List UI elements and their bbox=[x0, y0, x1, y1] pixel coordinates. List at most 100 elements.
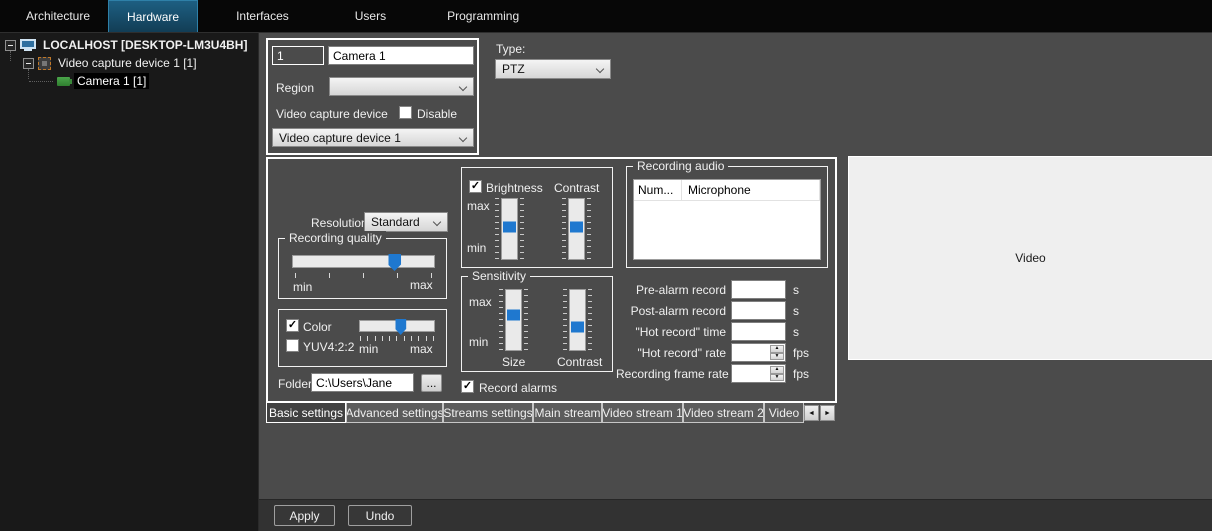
post-alarm-record-label: Post-alarm record bbox=[616, 304, 726, 318]
region-select[interactable] bbox=[329, 77, 474, 96]
yuv-checkbox[interactable] bbox=[286, 339, 299, 352]
slider-ticks bbox=[563, 289, 567, 351]
tree-connector bbox=[29, 81, 53, 82]
region-label: Region bbox=[276, 81, 314, 95]
sensitivity-title: Sensitivity bbox=[468, 269, 530, 283]
folder-input[interactable] bbox=[311, 373, 414, 392]
contrast-slider[interactable] bbox=[562, 198, 591, 260]
record-alarms-checkbox[interactable]: ✓ bbox=[461, 380, 474, 393]
scroll-left-icon[interactable]: ◄ bbox=[804, 405, 819, 421]
tab-architecture[interactable]: Architecture bbox=[8, 0, 108, 32]
device-tree-panel: LOCALHOST [DESKTOP-LM3U4BH] Video captur… bbox=[0, 33, 258, 531]
tree-item-capture-device[interactable]: Video capture device 1 [1] bbox=[23, 55, 200, 71]
spin-up-icon[interactable]: ▲ bbox=[770, 366, 784, 374]
tab-advanced-settings[interactable]: Advanced settings bbox=[346, 403, 443, 423]
camera-name-input[interactable] bbox=[328, 46, 474, 65]
tab-basic-settings[interactable]: Basic settings bbox=[266, 403, 346, 423]
folder-label: Folder bbox=[278, 377, 312, 391]
color-slider[interactable] bbox=[359, 320, 435, 332]
brightness-slider-track[interactable] bbox=[501, 198, 518, 260]
color-slider-thumb[interactable] bbox=[395, 319, 406, 335]
sensitivity-size-slider[interactable] bbox=[499, 289, 528, 351]
tabstrip-scroll-buttons: ◄ ► bbox=[804, 405, 835, 421]
chevron-down-icon bbox=[596, 65, 604, 73]
recording-quality-slider-thumb[interactable] bbox=[388, 254, 401, 271]
min-label: min bbox=[467, 241, 486, 255]
tab-main-stream[interactable]: Main stream bbox=[533, 403, 602, 423]
pre-alarm-record-input[interactable] bbox=[731, 280, 786, 299]
tab-video-stream-1[interactable]: Video stream 1 bbox=[602, 403, 683, 423]
yuv-label: YUV4:2:2 bbox=[303, 340, 354, 354]
camera-id-input[interactable] bbox=[272, 46, 324, 65]
brightness-checkbox[interactable]: ✓ bbox=[469, 180, 482, 193]
tab-video-clipped[interactable]: Video bbox=[764, 403, 804, 423]
tree-item-localhost[interactable]: LOCALHOST [DESKTOP-LM3U4BH] bbox=[5, 37, 250, 53]
hot-record-time-input[interactable] bbox=[731, 322, 786, 341]
size-slider-thumb[interactable] bbox=[507, 310, 520, 321]
spinner-buttons[interactable]: ▲ ▼ bbox=[770, 366, 784, 381]
size-slider-track[interactable] bbox=[505, 289, 522, 351]
tab-video-stream-2[interactable]: Video stream 2 bbox=[683, 403, 764, 423]
scroll-right-icon[interactable]: ► bbox=[820, 405, 835, 421]
contrast-slider-track[interactable] bbox=[568, 198, 585, 260]
post-alarm-record-input[interactable] bbox=[731, 301, 786, 320]
sens-contrast-slider-track[interactable] bbox=[569, 289, 586, 351]
audio-col-num: Num... bbox=[634, 180, 682, 200]
color-checkbox[interactable]: ✓ bbox=[286, 319, 299, 332]
hot-record-rate-spinner[interactable]: ▲ ▼ bbox=[731, 343, 786, 362]
undo-button[interactable]: Undo bbox=[348, 505, 412, 526]
basic-settings-page: Resolution Standard Recording quality mi… bbox=[266, 157, 837, 403]
collapse-icon[interactable] bbox=[23, 58, 34, 69]
color-group: ✓ Color YUV4:2:2 min max bbox=[278, 309, 447, 367]
disable-label: Disable bbox=[417, 107, 457, 121]
spin-down-icon[interactable]: ▼ bbox=[770, 374, 784, 382]
tab-hardware[interactable]: Hardware bbox=[108, 0, 198, 32]
contrast-slider-thumb[interactable] bbox=[570, 221, 583, 232]
video-capture-device-select[interactable]: Video capture device 1 bbox=[272, 128, 474, 147]
tab-interfaces[interactable]: Interfaces bbox=[218, 0, 307, 32]
spin-down-icon[interactable]: ▼ bbox=[770, 353, 784, 361]
camera-identity-box: Region Video capture device Disable Vide… bbox=[266, 38, 479, 155]
sensitivity-contrast-label: Contrast bbox=[557, 355, 602, 369]
tab-users[interactable]: Users bbox=[337, 0, 404, 32]
sensitivity-contrast-slider[interactable] bbox=[563, 289, 592, 351]
chevron-down-icon bbox=[433, 218, 441, 226]
brightness-contrast-group: ✓ Brightness Contrast max min bbox=[461, 167, 613, 268]
size-label: Size bbox=[502, 355, 525, 369]
slider-ticks bbox=[499, 289, 503, 351]
apply-button[interactable]: Apply bbox=[274, 505, 335, 526]
max-label: max bbox=[410, 342, 433, 356]
brightness-slider[interactable] bbox=[495, 198, 524, 260]
recording-quality-slider[interactable] bbox=[292, 255, 435, 268]
slider-ticks bbox=[360, 336, 434, 340]
recording-audio-table[interactable]: Num... Microphone bbox=[633, 179, 821, 260]
recording-frame-rate-spinner[interactable]: ▲ ▼ bbox=[731, 364, 786, 383]
tree-item-label: LOCALHOST [DESKTOP-LM3U4BH] bbox=[40, 37, 250, 53]
resolution-label: Resolution bbox=[311, 216, 368, 230]
sens-contrast-slider-thumb[interactable] bbox=[571, 322, 584, 333]
recording-audio-title: Recording audio bbox=[633, 159, 728, 173]
spin-up-icon[interactable]: ▲ bbox=[770, 345, 784, 353]
max-label: max bbox=[467, 199, 490, 213]
chevron-down-icon bbox=[459, 134, 467, 142]
type-select[interactable]: PTZ bbox=[495, 59, 611, 79]
tab-programming[interactable]: Programming bbox=[429, 0, 537, 32]
resolution-select[interactable]: Standard bbox=[364, 212, 448, 232]
tree-item-label-selected: Camera 1 [1] bbox=[74, 73, 149, 89]
action-bar: Apply Undo bbox=[259, 499, 1212, 531]
disable-checkbox[interactable] bbox=[399, 106, 412, 119]
tree-item-camera[interactable]: Camera 1 [1] bbox=[53, 73, 149, 89]
min-label: min bbox=[359, 342, 378, 356]
collapse-icon[interactable] bbox=[5, 40, 16, 51]
chevron-down-icon bbox=[459, 83, 467, 91]
camera-icon bbox=[57, 77, 70, 86]
video-capture-device-label: Video capture device bbox=[276, 107, 388, 121]
brightness-slider-thumb[interactable] bbox=[503, 222, 516, 233]
browse-button[interactable]: ... bbox=[421, 374, 442, 392]
unit-label: s bbox=[793, 304, 799, 318]
slider-ticks bbox=[562, 198, 566, 260]
hardware-settings-panel: Region Video capture device Disable Vide… bbox=[258, 33, 1212, 531]
spinner-buttons[interactable]: ▲ ▼ bbox=[770, 345, 784, 360]
tab-streams-settings[interactable]: Streams settings bbox=[443, 403, 533, 423]
max-label: max bbox=[410, 278, 433, 292]
